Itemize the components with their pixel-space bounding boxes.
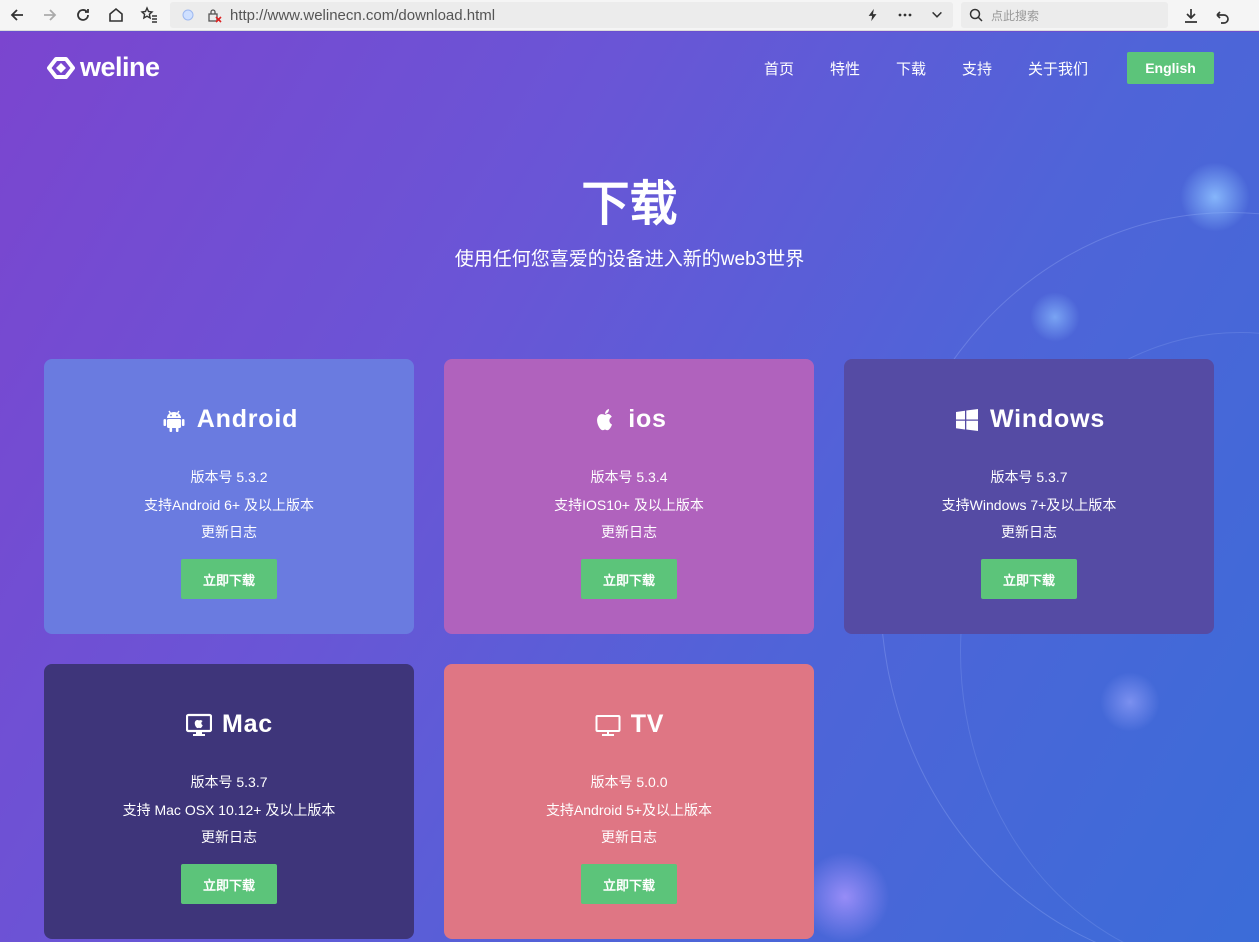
card-title: Mac bbox=[44, 710, 414, 739]
nav-support[interactable]: 支持 bbox=[962, 58, 992, 79]
undo-button[interactable] bbox=[1206, 0, 1237, 31]
support-text: 支持 Mac OSX 10.12+ 及以上版本 bbox=[122, 802, 336, 818]
support-text: 支持IOS10+ 及以上版本 bbox=[554, 497, 704, 513]
search-placeholder: 点此搜索 bbox=[991, 8, 1040, 23]
chevron-down-icon[interactable] bbox=[929, 7, 945, 23]
android-icon bbox=[160, 406, 188, 434]
changelog-link[interactable]: 更新日志 bbox=[444, 522, 814, 542]
download-card-windows: Windows 版本号 5.3.7 支持Windows 7+及以上版本 更新日志… bbox=[844, 359, 1214, 634]
support-text: 支持Windows 7+及以上版本 bbox=[941, 497, 1117, 513]
download-card-ios: ios 版本号 5.3.4 支持IOS10+ 及以上版本 更新日志 立即下载 bbox=[444, 359, 814, 634]
back-button[interactable] bbox=[0, 0, 33, 31]
support-text: 支持Android 5+及以上版本 bbox=[545, 802, 713, 818]
logo-text: weline bbox=[80, 52, 160, 82]
apple-icon bbox=[591, 406, 619, 434]
search-icon bbox=[969, 8, 983, 22]
download-now-button[interactable]: 立即下载 bbox=[581, 864, 677, 904]
nav-about[interactable]: 关于我们 bbox=[1028, 58, 1088, 79]
reload-icon bbox=[76, 9, 89, 21]
version-text: 版本号 5.3.7 bbox=[990, 469, 1068, 485]
home-button[interactable] bbox=[99, 0, 132, 31]
nav-features[interactable]: 特性 bbox=[830, 58, 860, 79]
download-button[interactable] bbox=[1175, 0, 1206, 31]
browser-search-input[interactable]: 点此搜索 bbox=[961, 2, 1168, 28]
page-title: 下载 bbox=[581, 176, 678, 232]
version-text: 版本号 5.3.7 bbox=[190, 774, 268, 790]
background-glow bbox=[1100, 672, 1160, 732]
download-card-android: Android 版本号 5.3.2 支持Android 6+ 及以上版本 更新日… bbox=[44, 359, 414, 634]
lightning-icon[interactable] bbox=[865, 7, 881, 23]
changelog-link[interactable]: 更新日志 bbox=[444, 827, 814, 847]
background-glow bbox=[1030, 292, 1080, 342]
favorites-button[interactable] bbox=[132, 0, 165, 31]
arrow-left-icon bbox=[10, 9, 23, 21]
weline-logo-icon bbox=[47, 56, 75, 79]
star-list-icon bbox=[139, 6, 157, 23]
card-title: TV bbox=[444, 710, 814, 739]
version-text: 版本号 5.3.4 bbox=[590, 469, 668, 485]
site-header: weline 首页 特性 下载 支持 关于我们 English bbox=[0, 32, 1259, 104]
platform-name: ios bbox=[628, 405, 667, 433]
platform-name: Android bbox=[196, 405, 299, 433]
arrow-right-icon bbox=[43, 9, 56, 21]
browser-right-tools bbox=[1175, 0, 1237, 31]
changelog-link[interactable]: 更新日志 bbox=[44, 522, 414, 542]
page-content: weline 首页 特性 下载 支持 关于我们 English 下载 使用任何您… bbox=[0, 32, 1259, 942]
forward-button[interactable] bbox=[33, 0, 66, 31]
version-text: 版本号 5.3.2 bbox=[190, 469, 268, 485]
support-text: 支持Android 6+ 及以上版本 bbox=[144, 497, 314, 513]
download-now-button[interactable]: 立即下载 bbox=[181, 864, 277, 904]
english-language-button[interactable]: English bbox=[1127, 52, 1214, 84]
page-subtitle: 使用任何您喜爱的设备进入新的web3世界 bbox=[454, 249, 805, 270]
platform-name: Mac bbox=[221, 710, 274, 738]
changelog-link[interactable]: 更新日志 bbox=[844, 522, 1214, 542]
windows-icon bbox=[953, 406, 981, 434]
browser-toolbar: http://www.welinecn.com/download.html 点此… bbox=[0, 0, 1259, 31]
address-bar-actions bbox=[865, 2, 945, 28]
home-icon bbox=[108, 7, 123, 22]
download-icon bbox=[1184, 8, 1197, 23]
nav-download[interactable]: 下载 bbox=[896, 58, 926, 79]
url-text[interactable]: http://www.welinecn.com/download.html bbox=[230, 7, 495, 24]
site-icon bbox=[182, 9, 194, 21]
download-now-button[interactable]: 立即下载 bbox=[181, 559, 277, 599]
address-bar[interactable]: http://www.welinecn.com/download.html bbox=[170, 2, 953, 28]
card-title: ios bbox=[444, 405, 814, 434]
platform-name: Windows bbox=[989, 405, 1106, 433]
changelog-link[interactable]: 更新日志 bbox=[44, 827, 414, 847]
download-card-mac: Mac 版本号 5.3.7 支持 Mac OSX 10.12+ 及以上版本 更新… bbox=[44, 664, 414, 939]
mac-icon bbox=[185, 711, 213, 739]
download-card-tv: TV 版本号 5.0.0 支持Android 5+及以上版本 更新日志 立即下载 bbox=[444, 664, 814, 939]
more-icon[interactable] bbox=[897, 7, 913, 23]
site-logo[interactable]: weline bbox=[45, 52, 160, 83]
insecure-lock-icon[interactable] bbox=[206, 7, 222, 23]
reload-button[interactable] bbox=[66, 0, 99, 31]
download-now-button[interactable]: 立即下载 bbox=[981, 559, 1077, 599]
card-title: Windows bbox=[844, 405, 1214, 434]
nav-home[interactable]: 首页 bbox=[764, 58, 794, 79]
undo-icon bbox=[1215, 10, 1229, 24]
download-now-button[interactable]: 立即下载 bbox=[581, 559, 677, 599]
platform-name: TV bbox=[630, 710, 665, 738]
version-text: 版本号 5.0.0 bbox=[590, 774, 668, 790]
card-title: Android bbox=[44, 405, 414, 434]
tv-icon bbox=[594, 711, 622, 739]
